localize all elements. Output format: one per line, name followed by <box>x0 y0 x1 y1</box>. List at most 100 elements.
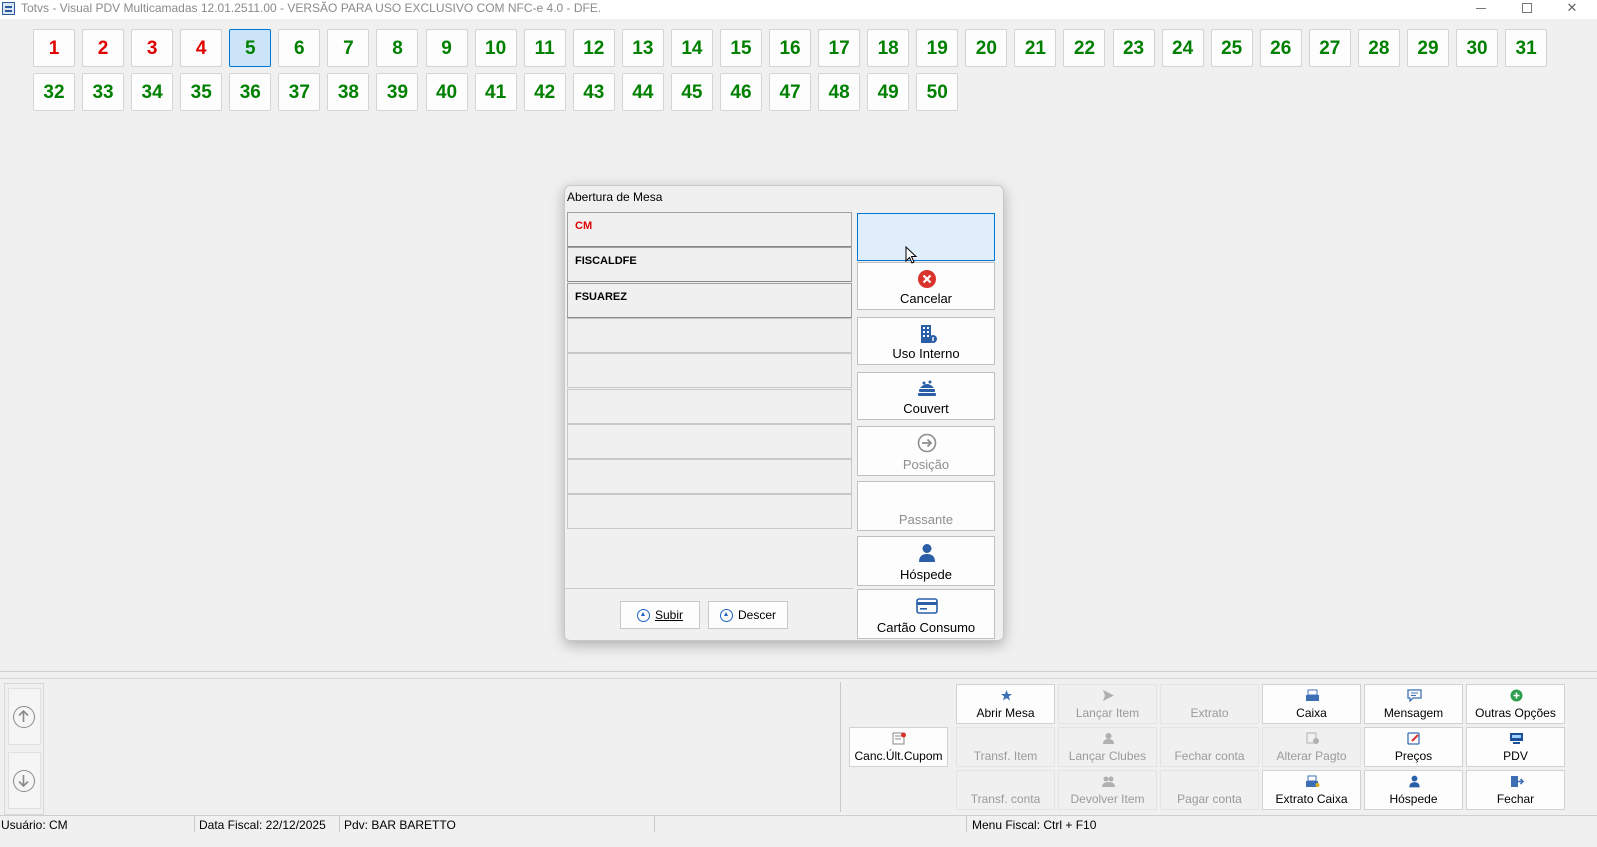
descer-button[interactable]: Descer <box>708 601 788 629</box>
fechar-button[interactable]: Fechar <box>1466 770 1565 810</box>
table-button-44[interactable]: 44 <box>621 73 664 111</box>
transf-conta-label: Transf. conta <box>970 792 1041 806</box>
table-button-16[interactable]: 16 <box>769 29 812 67</box>
transf-conta-button[interactable]: Transf. conta <box>956 770 1055 810</box>
hospede-button[interactable]: Hóspede <box>857 536 995 586</box>
register-icon <box>1305 689 1320 702</box>
abrir-mesa-button[interactable]: Abrir Mesa <box>956 684 1055 724</box>
table-button-25[interactable]: 25 <box>1210 29 1253 67</box>
table-button-8[interactable]: 8 <box>376 29 419 67</box>
table-button-22[interactable]: 22 <box>1063 29 1106 67</box>
table-button-32[interactable]: 32 <box>33 73 75 111</box>
subir-button[interactable]: Subir <box>620 601 700 629</box>
table-button-1[interactable]: 1 <box>33 29 75 67</box>
table-button-38[interactable]: 38 <box>327 73 370 111</box>
scroll-up-button[interactable] <box>8 688 41 745</box>
minimize-icon[interactable] <box>1460 0 1504 19</box>
subir-label: Subir <box>654 608 683 622</box>
table-button-29[interactable]: 29 <box>1406 29 1449 67</box>
cartao-consumo-button[interactable]: Cartão Consumo <box>857 589 995 639</box>
lancar-item-button[interactable]: Lançar Item <box>1058 684 1157 724</box>
table-button-21[interactable]: 21 <box>1014 29 1057 67</box>
blank-button[interactable] <box>857 213 995 261</box>
devolver-item-button[interactable]: Devolver Item <box>1058 770 1157 810</box>
table-button-6[interactable]: 6 <box>278 29 321 67</box>
table-button-10[interactable]: 10 <box>474 29 517 67</box>
table-button-7[interactable]: 7 <box>327 29 370 67</box>
table-button-9[interactable]: 9 <box>425 29 468 67</box>
user-list-empty-row[interactable] <box>567 317 852 353</box>
table-button-42[interactable]: 42 <box>523 73 566 111</box>
user-list-empty-row[interactable] <box>567 353 852 389</box>
table-button-48[interactable]: 48 <box>818 73 861 111</box>
table-button-19[interactable]: 19 <box>916 29 959 67</box>
user-list-empty-row[interactable] <box>567 494 852 530</box>
status-menu-fiscal: Menu Fiscal: Ctrl + F10 <box>972 818 1097 832</box>
table-button-49[interactable]: 49 <box>867 73 910 111</box>
table-button-20[interactable]: 20 <box>965 29 1008 67</box>
hospede-button[interactable]: Hóspede <box>1364 770 1463 810</box>
posicao-button[interactable]: Posição <box>857 426 995 476</box>
caixa-button[interactable]: Caixa <box>1262 684 1361 724</box>
table-button-34[interactable]: 34 <box>131 73 174 111</box>
uso-interno-button[interactable]: Uso Interno <box>857 317 995 365</box>
table-button-41[interactable]: 41 <box>474 73 517 111</box>
table-button-37[interactable]: 37 <box>278 73 321 111</box>
table-button-24[interactable]: 24 <box>1161 29 1204 67</box>
table-button-39[interactable]: 39 <box>376 73 419 111</box>
outras-opcoes-button[interactable]: Outras Opções <box>1466 684 1565 724</box>
table-button-4[interactable]: 4 <box>180 29 223 67</box>
user-list-empty-row[interactable] <box>567 423 852 459</box>
fechar-conta-button[interactable]: Fechar conta <box>1160 727 1259 767</box>
alterar-pagto-button[interactable]: Alterar Pagto <box>1262 727 1361 767</box>
pagar-conta-button[interactable]: Pagar conta <box>1160 770 1259 810</box>
table-button-35[interactable]: 35 <box>180 73 223 111</box>
table-button-36[interactable]: 36 <box>229 73 272 111</box>
table-button-40[interactable]: 40 <box>425 73 468 111</box>
close-icon[interactable]: ✕ <box>1550 0 1594 19</box>
table-button-3[interactable]: 3 <box>131 29 174 67</box>
table-button-5[interactable]: 5 <box>229 29 272 67</box>
table-button-28[interactable]: 28 <box>1357 29 1400 67</box>
table-button-46[interactable]: 46 <box>719 73 762 111</box>
extrato-button[interactable]: Extrato <box>1160 684 1259 724</box>
table-button-2[interactable]: 2 <box>82 29 125 67</box>
table-button-13[interactable]: 13 <box>621 29 664 67</box>
user-list-empty-row[interactable] <box>567 459 852 495</box>
table-button-23[interactable]: 23 <box>1112 29 1155 67</box>
scroll-down-button[interactable] <box>8 752 41 809</box>
food-tray-icon <box>916 379 938 399</box>
table-button-15[interactable]: 15 <box>719 29 762 67</box>
user-list-item[interactable]: FSUAREZ <box>567 282 852 318</box>
table-button-50[interactable]: 50 <box>916 73 959 111</box>
table-button-27[interactable]: 27 <box>1308 29 1351 67</box>
table-button-43[interactable]: 43 <box>572 73 615 111</box>
table-button-17[interactable]: 17 <box>818 29 861 67</box>
extrato-caixa-button[interactable]: Extrato Caixa <box>1262 770 1361 810</box>
transf-item-button[interactable]: Transf. Item <box>956 727 1055 767</box>
table-button-33[interactable]: 33 <box>82 73 125 111</box>
table-button-45[interactable]: 45 <box>670 73 713 111</box>
table-button-31[interactable]: 31 <box>1505 29 1548 67</box>
table-button-12[interactable]: 12 <box>572 29 615 67</box>
user-list-item[interactable]: FISCALDFE <box>567 247 852 283</box>
table-button-26[interactable]: 26 <box>1259 29 1302 67</box>
passante-button[interactable]: Passante <box>857 481 995 531</box>
status-user: Usuário: CM <box>1 818 68 832</box>
couvert-button[interactable]: Couvert <box>857 372 995 420</box>
cancelar-button[interactable]: Cancelar <box>857 262 995 310</box>
table-button-11[interactable]: 11 <box>523 29 566 67</box>
precos-button[interactable]: Preços <box>1364 727 1463 767</box>
user-list-empty-row[interactable] <box>567 388 852 424</box>
pdv-button[interactable]: PDV <box>1466 727 1565 767</box>
table-button-14[interactable]: 14 <box>670 29 713 67</box>
maximize-icon[interactable] <box>1505 0 1549 19</box>
mensagem-button[interactable]: Mensagem <box>1364 684 1463 724</box>
lancar-clubes-button[interactable]: Lançar Clubes <box>1058 727 1157 767</box>
user-list-item[interactable]: CM <box>567 212 852 247</box>
pdv-label: PDV <box>1503 749 1528 763</box>
table-button-30[interactable]: 30 <box>1456 29 1499 67</box>
table-button-47[interactable]: 47 <box>769 73 812 111</box>
canc-ult-cupom-button[interactable]: Canc.Últ.Cupom <box>849 727 948 767</box>
table-button-18[interactable]: 18 <box>867 29 910 67</box>
